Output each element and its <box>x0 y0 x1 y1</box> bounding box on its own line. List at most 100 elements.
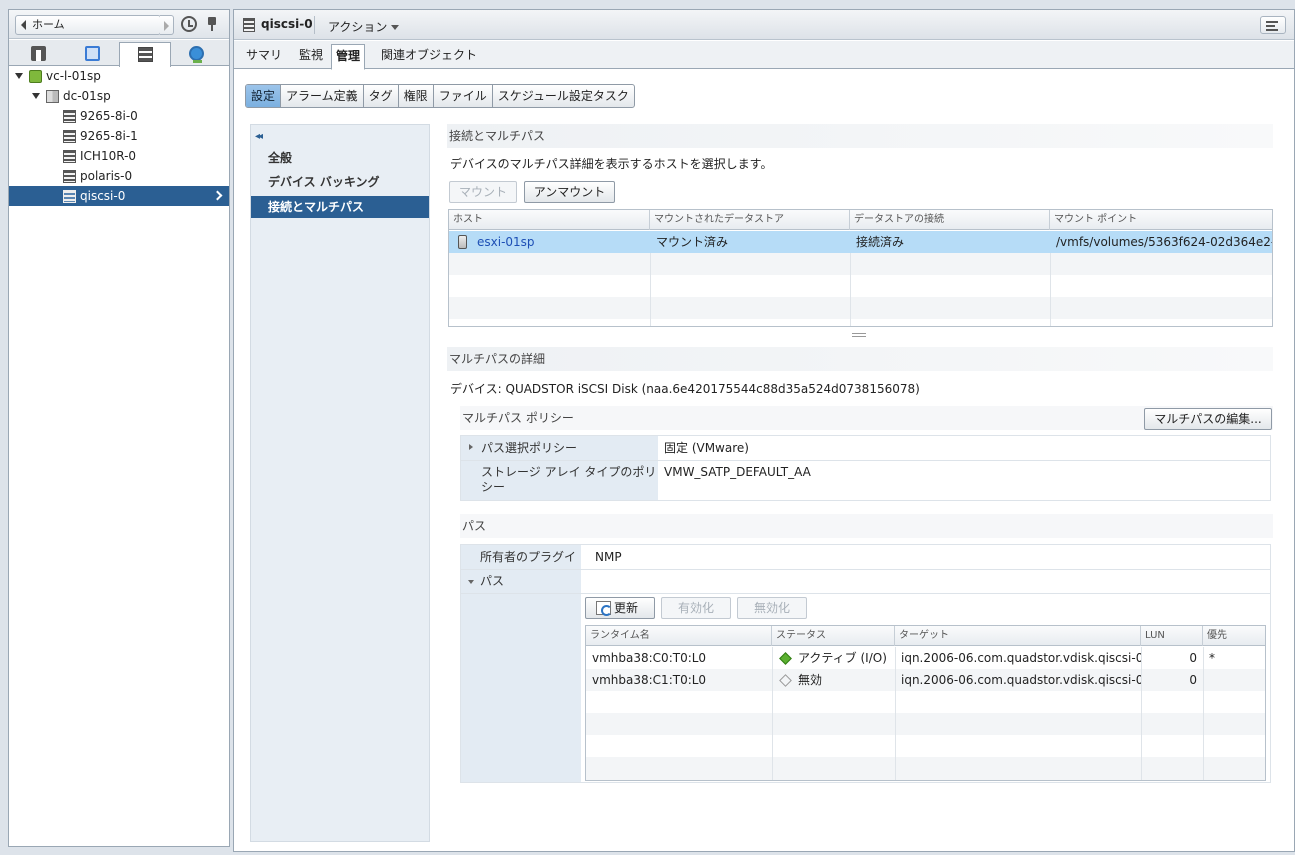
subtab-scheduled-tasks[interactable]: スケジュール設定タスク <box>493 85 634 107</box>
actions-menu[interactable]: アクション <box>328 18 400 35</box>
column-header-mounted[interactable]: マウントされたデータストア <box>650 210 850 230</box>
tab-hosts-clusters[interactable] <box>13 42 65 66</box>
panel-menu-button[interactable] <box>1260 16 1286 34</box>
datastore-icon <box>63 130 76 143</box>
tree-item-datastore-selected[interactable]: qiscsi-0 <box>9 186 229 206</box>
subtab-files[interactable]: ファイル <box>434 85 493 107</box>
table-row-selected[interactable]: esxi-01sp マウント済み 接続済み /vmfs/volumes/5363… <box>449 231 1272 253</box>
table-header: ランタイム名 ステータス ターゲット LUN 優先 <box>586 626 1265 646</box>
collapse-icon[interactable]: ◂◂ <box>255 131 263 142</box>
tab-related-objects[interactable]: 関連オブジェクト <box>377 44 481 69</box>
expand-triangle-icon[interactable] <box>469 444 473 450</box>
table-row[interactable]: vmhba38:C1:T0:L0 無効 iqn.2006-06.com.quad… <box>586 669 1265 691</box>
disable-button[interactable]: 無効化 <box>737 597 807 619</box>
navigator-panel: ホーム vc-l-01sp dc-01sp 9265-8i-0 9265-8i-… <box>8 9 230 847</box>
column-header-connectivity[interactable]: データストアの接続 <box>850 210 1050 230</box>
pin-icon[interactable] <box>207 17 217 31</box>
host-link[interactable]: esxi-01sp <box>471 231 649 253</box>
subtab-tags[interactable]: タグ <box>364 85 399 107</box>
property-value: 固定 (VMware) <box>664 441 749 455</box>
edit-multipath-button[interactable]: マルチパスの編集... <box>1144 408 1272 430</box>
side-item-connectivity-multipathing[interactable]: 接続とマルチパス <box>251 196 429 218</box>
menu-lines-icon <box>1266 21 1278 23</box>
side-item-general[interactable]: 全般 <box>251 147 429 169</box>
tree-item-vcenter[interactable]: vc-l-01sp <box>9 66 229 86</box>
column-header-preferred[interactable]: 優先 <box>1203 626 1265 646</box>
unmount-button[interactable]: アンマウント <box>524 181 615 203</box>
side-item-device-backing[interactable]: デバイス バッキング <box>251 171 429 193</box>
tree-item-datastore[interactable]: ICH10R-0 <box>9 146 229 166</box>
lun: 0 <box>1189 673 1197 687</box>
settings-side-menu: ◂◂ 全般 デバイス バッキング 接続とマルチパス <box>250 124 430 842</box>
tree-item-label: ICH10R-0 <box>80 149 137 163</box>
column-header-host[interactable]: ホスト <box>449 210 650 230</box>
table-row-empty <box>586 735 1265 757</box>
column-divider <box>650 253 651 326</box>
content-area: 接続とマルチパス デバイスのマルチパス詳細を表示するホストを選択します。 マウン… <box>447 124 1273 842</box>
property-value: VMW_SATP_DEFAULT_AA <box>664 465 811 479</box>
subtab-permissions[interactable]: 権限 <box>399 85 434 107</box>
history-icon[interactable] <box>181 16 197 32</box>
chevron-right-icon[interactable] <box>212 190 223 201</box>
forward-arrow-icon <box>164 21 169 31</box>
column-header-status[interactable]: ステータス <box>772 626 895 646</box>
tree-item-datacenter[interactable]: dc-01sp <box>9 86 229 106</box>
tab-monitor[interactable]: 監視 <box>295 44 327 69</box>
owner-plugin-label: 所有者のプラグイン <box>461 545 581 588</box>
table-row-empty <box>586 691 1265 713</box>
expand-triangle-icon[interactable] <box>15 73 23 79</box>
column-header-runtime-name[interactable]: ランタイム名 <box>586 626 772 646</box>
datacenter-icon <box>46 90 59 103</box>
splitter-handle[interactable] <box>852 333 866 337</box>
tree-item-datastore[interactable]: 9265-8i-1 <box>9 126 229 146</box>
tab-manage[interactable]: 管理 <box>331 44 366 70</box>
page-title: qiscsi-0 <box>261 17 313 31</box>
back-arrow-icon <box>21 20 26 30</box>
expand-triangle-icon[interactable] <box>32 93 40 99</box>
property-row-psp[interactable]: パス選択ポリシー <box>461 436 658 460</box>
subtab-alarm-definitions[interactable]: アラーム定義 <box>281 85 364 107</box>
mount-button[interactable]: マウント <box>449 181 517 203</box>
tab-storage[interactable] <box>119 42 171 67</box>
subtab-settings[interactable]: 設定 <box>246 85 282 107</box>
home-back-button[interactable]: ホーム <box>15 15 161 35</box>
paths-toggle[interactable]: パス <box>461 570 581 593</box>
tab-summary[interactable]: サマリ <box>242 44 286 69</box>
collapse-triangle-icon[interactable] <box>468 580 474 584</box>
connectivity-status: 接続済み <box>856 235 905 249</box>
datastore-icon <box>63 150 76 163</box>
tree-item-label: vc-l-01sp <box>46 69 101 83</box>
tab-networking[interactable] <box>171 42 223 66</box>
navigator-tabs <box>9 40 229 67</box>
vcenter-icon <box>29 70 42 83</box>
menu-lines-icon <box>1266 29 1278 31</box>
paths-table: ランタイム名 ステータス ターゲット LUN 優先 vmhba38:C0:T0:… <box>585 625 1266 781</box>
table-row-empty <box>449 275 1272 297</box>
column-divider <box>895 647 896 780</box>
hosts-table: ホスト マウントされたデータストア データストアの接続 マウント ポイント es… <box>448 209 1273 327</box>
datastore-icon <box>63 170 76 183</box>
preferred <box>1203 669 1265 691</box>
chevron-down-icon <box>391 25 400 30</box>
table-row-empty <box>586 757 1265 780</box>
column-header-lun[interactable]: LUN <box>1141 626 1203 646</box>
table-row[interactable]: vmhba38:C0:T0:L0 アクティブ (I/O) iqn.2006-06… <box>586 647 1265 669</box>
status-disabled-icon <box>779 674 792 687</box>
tab-vms-templates[interactable] <box>67 42 119 66</box>
refresh-button[interactable]: 更新 <box>585 597 655 619</box>
navigator-toolbar: ホーム <box>9 10 229 39</box>
tree-item-label: 9265-8i-0 <box>80 109 138 123</box>
tree-item-datastore[interactable]: polaris-0 <box>9 166 229 186</box>
status-label: 無効 <box>798 673 823 687</box>
tree-item-datastore[interactable]: 9265-8i-0 <box>9 106 229 126</box>
storage-icon <box>138 47 153 62</box>
enable-button[interactable]: 有効化 <box>661 597 731 619</box>
column-header-mount-point[interactable]: マウント ポイント <box>1050 210 1272 230</box>
forward-button[interactable] <box>160 15 174 35</box>
datastore-icon <box>63 190 76 203</box>
table-row-empty <box>449 253 1272 275</box>
column-divider <box>1050 253 1051 326</box>
status-label: アクティブ (I/O) <box>798 651 887 665</box>
column-header-target[interactable]: ターゲット <box>895 626 1141 646</box>
tree-item-label: qiscsi-0 <box>80 189 126 203</box>
